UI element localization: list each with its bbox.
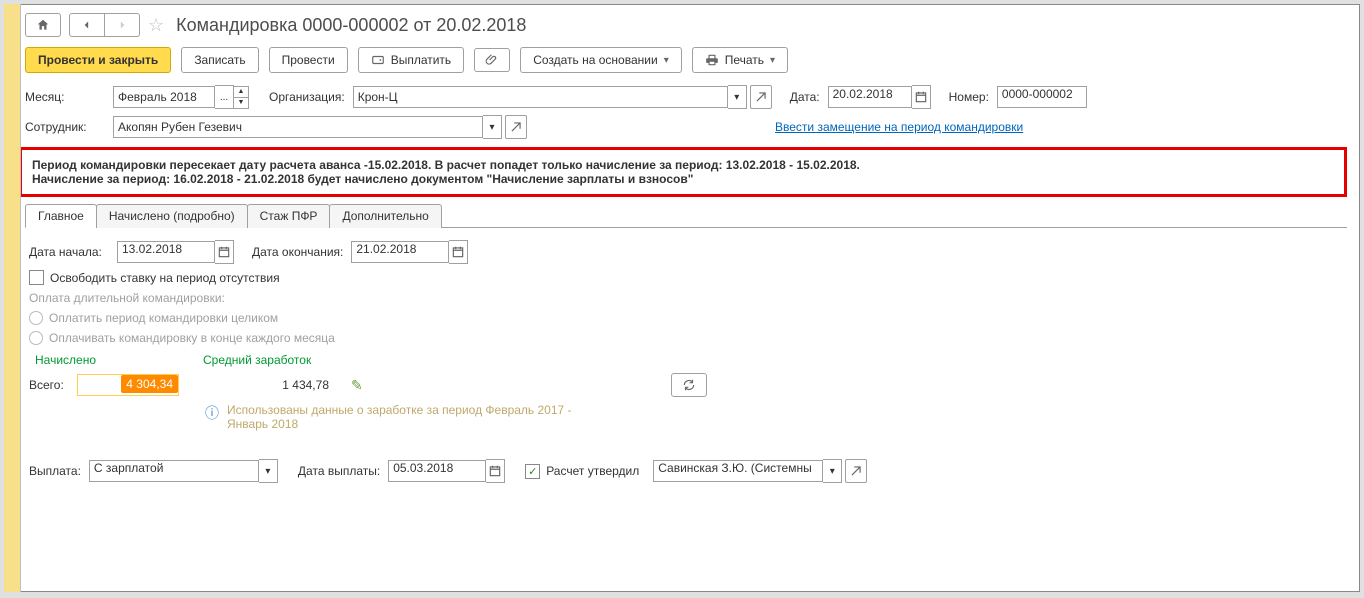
month-field[interactable]: Февраль 2018 <box>113 86 215 108</box>
wallet-icon <box>371 53 385 67</box>
payout-date-field[interactable]: 05.03.2018 <box>388 460 486 482</box>
home-button[interactable] <box>25 13 61 37</box>
post-button[interactable]: Провести <box>269 47 348 73</box>
create-based-on-button[interactable]: Создать на основании ▾ <box>520 47 682 73</box>
accrued-head: Начислено <box>35 353 185 367</box>
start-date-label: Дата начала: <box>29 245 109 259</box>
avg-value: 1 434,78 <box>209 378 329 392</box>
free-rate-checkbox[interactable]: Освободить ставку на период отсутствия <box>29 270 280 285</box>
forward-button[interactable] <box>105 13 140 37</box>
header-fields-row: Месяц: Февраль 2018 ... ▲▼ Организация: … <box>25 85 1347 109</box>
tab-additional[interactable]: Дополнительно <box>329 204 441 228</box>
org-dropdown-button[interactable]: ▾ <box>728 85 747 109</box>
toolbar: Провести и закрыть Записать Провести Вып… <box>25 47 1347 73</box>
tab-accrued-detail[interactable]: Начислено (подробно) <box>96 204 248 228</box>
page-title: Командировка 0000-000002 от 20.02.2018 <box>176 15 526 36</box>
tabs: Главное Начислено (подробно) Стаж ПФР До… <box>25 203 1347 228</box>
calendar-icon <box>488 464 502 478</box>
total-label: Всего: <box>29 378 69 392</box>
employee-row: Сотрудник: Акопян Рубен Гезевич ▾ Ввести… <box>25 115 1347 139</box>
date-label: Дата: <box>790 90 820 104</box>
date-calendar-button[interactable] <box>912 85 931 109</box>
tab-body-main: Дата начала: 13.02.2018 Дата окончания: … <box>25 228 1347 501</box>
employee-dropdown-button[interactable]: ▾ <box>483 115 502 139</box>
number-label: Номер: <box>949 90 989 104</box>
calendar-icon <box>217 245 231 259</box>
employee-field[interactable]: Акопян Рубен Гезевич <box>113 116 483 138</box>
payout-date-label: Дата выплаты: <box>298 464 380 478</box>
warning-line2: Начисление за период: 16.02.2018 - 21.02… <box>32 172 1334 186</box>
open-icon <box>849 464 863 478</box>
checkbox-box-checked: ✓ <box>525 464 540 479</box>
chevron-down-icon: ▾ <box>664 55 669 66</box>
print-button[interactable]: Печать ▾ <box>692 47 788 73</box>
total-field[interactable]: 4 304,34 <box>77 374 179 396</box>
post-and-close-button[interactable]: Провести и закрыть <box>25 47 171 73</box>
end-date-label: Дата окончания: <box>252 245 343 259</box>
printer-icon <box>705 53 719 67</box>
arrow-left-icon <box>80 18 94 32</box>
avg-head: Средний заработок <box>203 353 403 367</box>
number-field[interactable]: 0000-000002 <box>997 86 1087 108</box>
info-text: Использованы данные о заработке за перио… <box>227 403 607 431</box>
warning-line1: Период командировки пересекает дату расч… <box>32 158 1334 172</box>
approved-dropdown-button[interactable]: ▾ <box>823 459 842 483</box>
end-date-calendar-button[interactable] <box>449 240 468 264</box>
approved-checkbox[interactable]: ✓ Расчет утвердил <box>525 464 639 479</box>
employee-open-button[interactable] <box>505 115 527 139</box>
approved-by-field[interactable]: Савинская З.Ю. (Системны <box>653 460 823 482</box>
month-spinner[interactable]: ▲▼ <box>234 86 249 109</box>
start-date-calendar-button[interactable] <box>215 240 234 264</box>
org-open-button[interactable] <box>750 85 772 109</box>
warning-box: Период командировки пересекает дату расч… <box>19 147 1347 197</box>
payout-field[interactable]: С зарплатой <box>89 460 259 482</box>
payout-date-calendar-button[interactable] <box>486 459 505 483</box>
refresh-button[interactable] <box>671 373 707 397</box>
calendar-icon <box>451 245 465 259</box>
tab-main[interactable]: Главное <box>25 204 97 228</box>
calendar-icon <box>914 90 928 104</box>
arrow-right-icon <box>115 18 129 32</box>
org-field[interactable]: Крон-Ц <box>353 86 728 108</box>
payout-label: Выплата: <box>29 464 81 478</box>
radio-icon <box>29 331 43 345</box>
end-date-field[interactable]: 21.02.2018 <box>351 241 449 263</box>
tab-pfr[interactable]: Стаж ПФР <box>247 204 331 228</box>
org-label: Организация: <box>269 90 345 104</box>
checkbox-box <box>29 270 44 285</box>
radio-icon <box>29 311 43 325</box>
chevron-down-icon: ▾ <box>770 55 775 66</box>
start-date-field[interactable]: 13.02.2018 <box>117 241 215 263</box>
approved-open-button[interactable] <box>845 459 867 483</box>
radio-pay-monthly: Оплачивать командировку в конце каждого … <box>29 331 335 345</box>
open-icon <box>754 90 768 104</box>
month-ellipsis-button[interactable]: ... <box>215 85 234 109</box>
edit-avg-button[interactable]: ✎ <box>351 377 363 394</box>
substitution-link[interactable]: Ввести замещение на период командировки <box>775 120 1023 134</box>
open-icon <box>509 120 523 134</box>
payout-dropdown-button[interactable]: ▾ <box>259 459 278 483</box>
employee-label: Сотрудник: <box>25 120 105 134</box>
pay-button[interactable]: Выплатить <box>358 47 465 73</box>
titlebar: ☆ Командировка 0000-000002 от 20.02.2018 <box>25 13 1347 37</box>
paperclip-icon <box>485 53 499 67</box>
long-trip-label: Оплата длительной командировки: <box>29 291 1343 305</box>
radio-pay-full: Оплатить период командировки целиком <box>29 311 278 325</box>
save-button[interactable]: Записать <box>181 47 258 73</box>
back-button[interactable] <box>69 13 105 37</box>
refresh-icon <box>682 378 696 392</box>
attach-button[interactable] <box>474 48 510 72</box>
favorite-icon[interactable]: ☆ <box>148 15 164 36</box>
date-field[interactable]: 20.02.2018 <box>828 86 912 108</box>
month-label: Месяц: <box>25 90 105 104</box>
info-icon: ⓘ <box>205 403 219 423</box>
home-icon <box>36 18 50 32</box>
